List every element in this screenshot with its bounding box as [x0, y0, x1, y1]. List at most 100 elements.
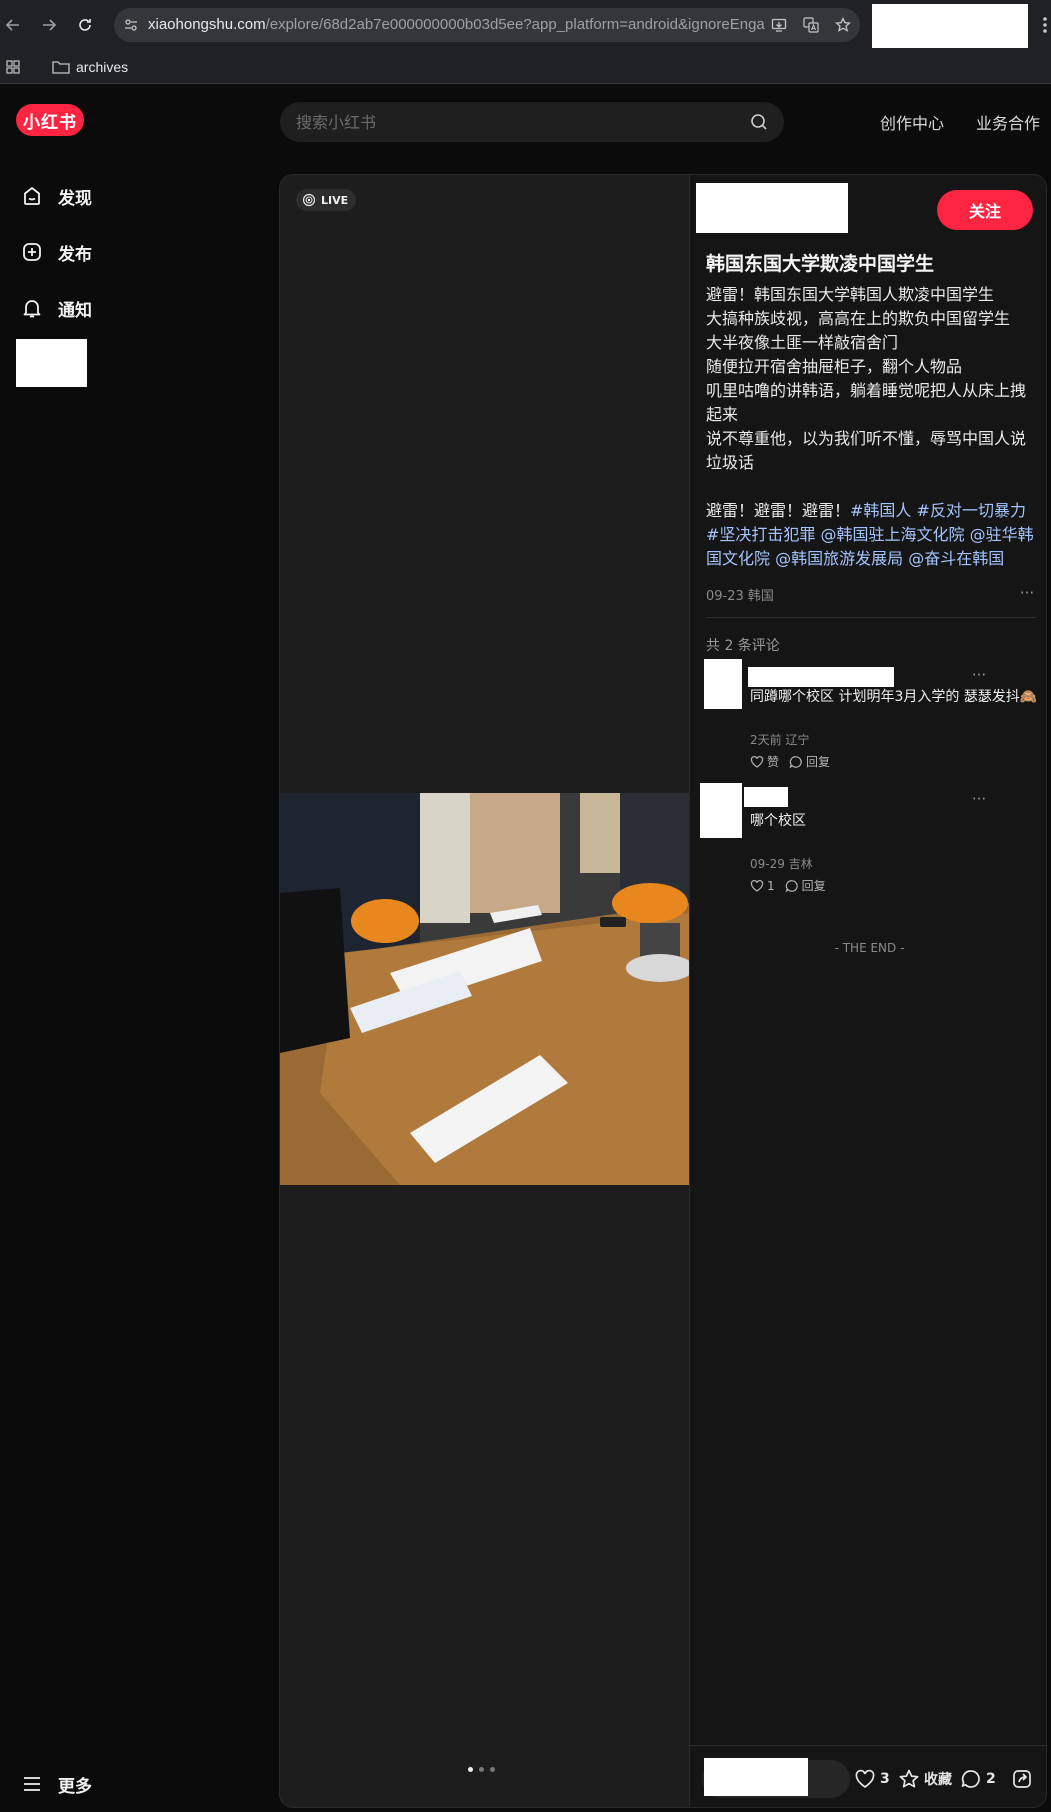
comment-author-redacted[interactable]	[744, 787, 788, 807]
note-more-icon[interactable]: ···	[1019, 585, 1035, 601]
pagination-dot[interactable]	[479, 1767, 484, 1772]
sidebar-item-label: 发现	[58, 188, 92, 209]
hashtag-link[interactable]: #坚决打击犯罪	[706, 525, 815, 544]
comment-reply-label: 回复	[801, 879, 826, 893]
search-icon[interactable]	[750, 113, 768, 131]
note-description: 避雷！韩国东国大学韩国人欺凌中国学生 大搞种族歧视，高高在上的欺负中国留学生 大…	[706, 283, 1036, 571]
heart-icon	[750, 755, 764, 768]
note-info-panel: 关注 韩国东国大学欺凌中国学生 避雷！韩国东国大学韩国人欺凌中国学生 大搞种族歧…	[689, 175, 1046, 1807]
follow-button[interactable]: 关注	[937, 190, 1033, 230]
heart-icon	[750, 879, 764, 892]
reload-icon[interactable]	[74, 14, 96, 36]
forward-icon[interactable]	[38, 14, 60, 36]
sidebar-item-publish[interactable]: 发布	[20, 240, 92, 265]
comment-meta: 2天前 辽宁	[750, 733, 810, 747]
pagination-dot[interactable]	[490, 1767, 495, 1772]
description-line: 说不尊重他，以为我们听不懂，辱骂中国人说垃圾话	[706, 429, 1027, 472]
folder-icon	[52, 61, 70, 74]
browser-menu-icon[interactable]	[1040, 14, 1051, 36]
comment-like-button[interactable]: 1	[750, 879, 775, 893]
sidebar-more[interactable]: 更多	[20, 1772, 92, 1797]
comment-reply-button[interactable]: 回复	[789, 753, 830, 770]
image-pagination[interactable]	[468, 1767, 495, 1772]
like-count: 3	[880, 1771, 890, 1787]
search-input[interactable]	[296, 102, 736, 142]
discover-icon	[20, 184, 44, 208]
reply-icon	[785, 879, 798, 892]
engagement-bar: 3 收藏 2	[690, 1745, 1046, 1807]
collect-label: 收藏	[924, 1772, 952, 1788]
comment-text: 哪个校区	[750, 813, 806, 829]
bookmark-folder-archives[interactable]: archives	[52, 58, 128, 76]
hashtag-link[interactable]: #韩国人	[850, 501, 911, 520]
menu-icon	[20, 1772, 44, 1796]
comment-input-redacted[interactable]	[704, 1758, 808, 1796]
comment-reply-button[interactable]: 回复	[785, 877, 826, 894]
mention-link[interactable]: @韩国驻上海文化院	[821, 525, 965, 544]
reply-icon	[789, 755, 802, 768]
description-line: 大半夜像土匪一样敲宿舍门	[706, 333, 899, 352]
apps-grid-icon[interactable]	[6, 60, 20, 74]
share-button[interactable]	[1011, 1768, 1033, 1790]
profile-redacted[interactable]	[872, 4, 1028, 48]
bookmarks-bar: archives	[0, 50, 1051, 84]
comment-author-redacted[interactable]	[748, 667, 894, 687]
comment-more-icon[interactable]: ···	[971, 791, 987, 807]
site-settings-icon[interactable]	[122, 16, 140, 34]
comment-more-icon[interactable]: ···	[971, 667, 987, 683]
star-icon	[899, 1769, 919, 1788]
mention-link[interactable]: @韩国旅游发展局	[775, 549, 903, 568]
collect-button[interactable]: 收藏	[898, 1768, 952, 1790]
sidebar-item-notifications[interactable]: 通知	[20, 296, 92, 321]
url-text: xiaohongshu.com/explore/68d2ab7e00000000…	[148, 16, 766, 33]
chat-icon	[961, 1770, 980, 1788]
search-bar[interactable]	[280, 102, 784, 142]
back-icon[interactable]	[2, 14, 24, 36]
comment-count: 共 2 条评论	[706, 638, 780, 654]
comment-avatar[interactable]	[704, 659, 742, 709]
browser-toolbar: xiaohongshu.com/explore/68d2ab7e00000000…	[0, 0, 1051, 50]
sidebar-item-label: 发布	[58, 244, 92, 265]
bookmark-folder-label: archives	[76, 59, 129, 75]
comment-actions: 1 回复	[750, 877, 826, 894]
note-detail-card: LIVE 关注 韩国东国大学欺凌中国学生 避雷！韩国东国大学韩国人欺凌中国学生 …	[279, 174, 1047, 1808]
creator-center-link[interactable]: 创作中心	[880, 110, 944, 134]
translate-icon[interactable]	[802, 16, 820, 34]
sidebar-profile-redacted[interactable]	[16, 339, 87, 387]
comment-avatar[interactable]	[700, 783, 742, 838]
xiaohongshu-app: 小红书 创作中心 业务合作 发现 发布 通知 更多	[0, 84, 1051, 1812]
mention-link[interactable]: @奋斗在韩国	[908, 549, 1004, 568]
sidebar-item-label: 通知	[58, 300, 92, 321]
divider	[706, 617, 1036, 618]
note-photo[interactable]	[280, 793, 689, 1185]
sidebar-item-discover[interactable]: 发现	[20, 184, 92, 209]
description-line: 大搞种族歧视，高高在上的欺负中国留学生	[706, 309, 1011, 328]
business-cooperation-link[interactable]: 业务合作	[976, 110, 1040, 134]
description-line: 避雷！韩国东国大学韩国人欺凌中国学生	[706, 285, 995, 304]
comment-button[interactable]: 2	[960, 1768, 996, 1790]
hashtag-link[interactable]: #反对一切暴力	[917, 501, 1026, 520]
heart-icon	[855, 1769, 875, 1789]
pagination-dot-active[interactable]	[468, 1767, 473, 1772]
description-line: 随便拉开宿舍抽屉柜子，翻个人物品	[706, 357, 963, 376]
comment-meta: 09-29 吉林	[750, 857, 813, 871]
plus-icon	[20, 240, 44, 264]
note-media[interactable]: LIVE	[280, 175, 689, 1807]
comment-text: 同蹲哪个校区 计划明年3月入学的 瑟瑟发抖🙈	[750, 689, 1038, 705]
sidebar-more-label: 更多	[58, 1776, 92, 1797]
like-button[interactable]: 3	[854, 1768, 890, 1790]
live-badge: LIVE	[296, 189, 357, 211]
comment-like-button[interactable]: 赞	[750, 753, 779, 770]
bookmark-star-icon[interactable]	[834, 16, 852, 34]
description-line	[706, 475, 1036, 499]
xiaohongshu-logo[interactable]: 小红书	[16, 104, 84, 136]
comment-like-count: 1	[767, 878, 775, 893]
bell-icon	[20, 296, 44, 320]
address-bar[interactable]: xiaohongshu.com/explore/68d2ab7e00000000…	[114, 8, 860, 42]
description-line: 叽里咕噜的讲韩语，躺着睡觉呢把人从床上拽起来	[706, 381, 1027, 424]
the-end-label: - THE END -	[834, 941, 905, 955]
author-redacted[interactable]	[696, 183, 848, 233]
tags-line: 避雷！避雷！避雷！#韩国人 #反对一切暴力 #坚决打击犯罪 @韩国驻上海文化院 …	[706, 499, 1036, 571]
install-app-icon[interactable]	[770, 16, 788, 34]
live-label: LIVE	[321, 193, 349, 207]
